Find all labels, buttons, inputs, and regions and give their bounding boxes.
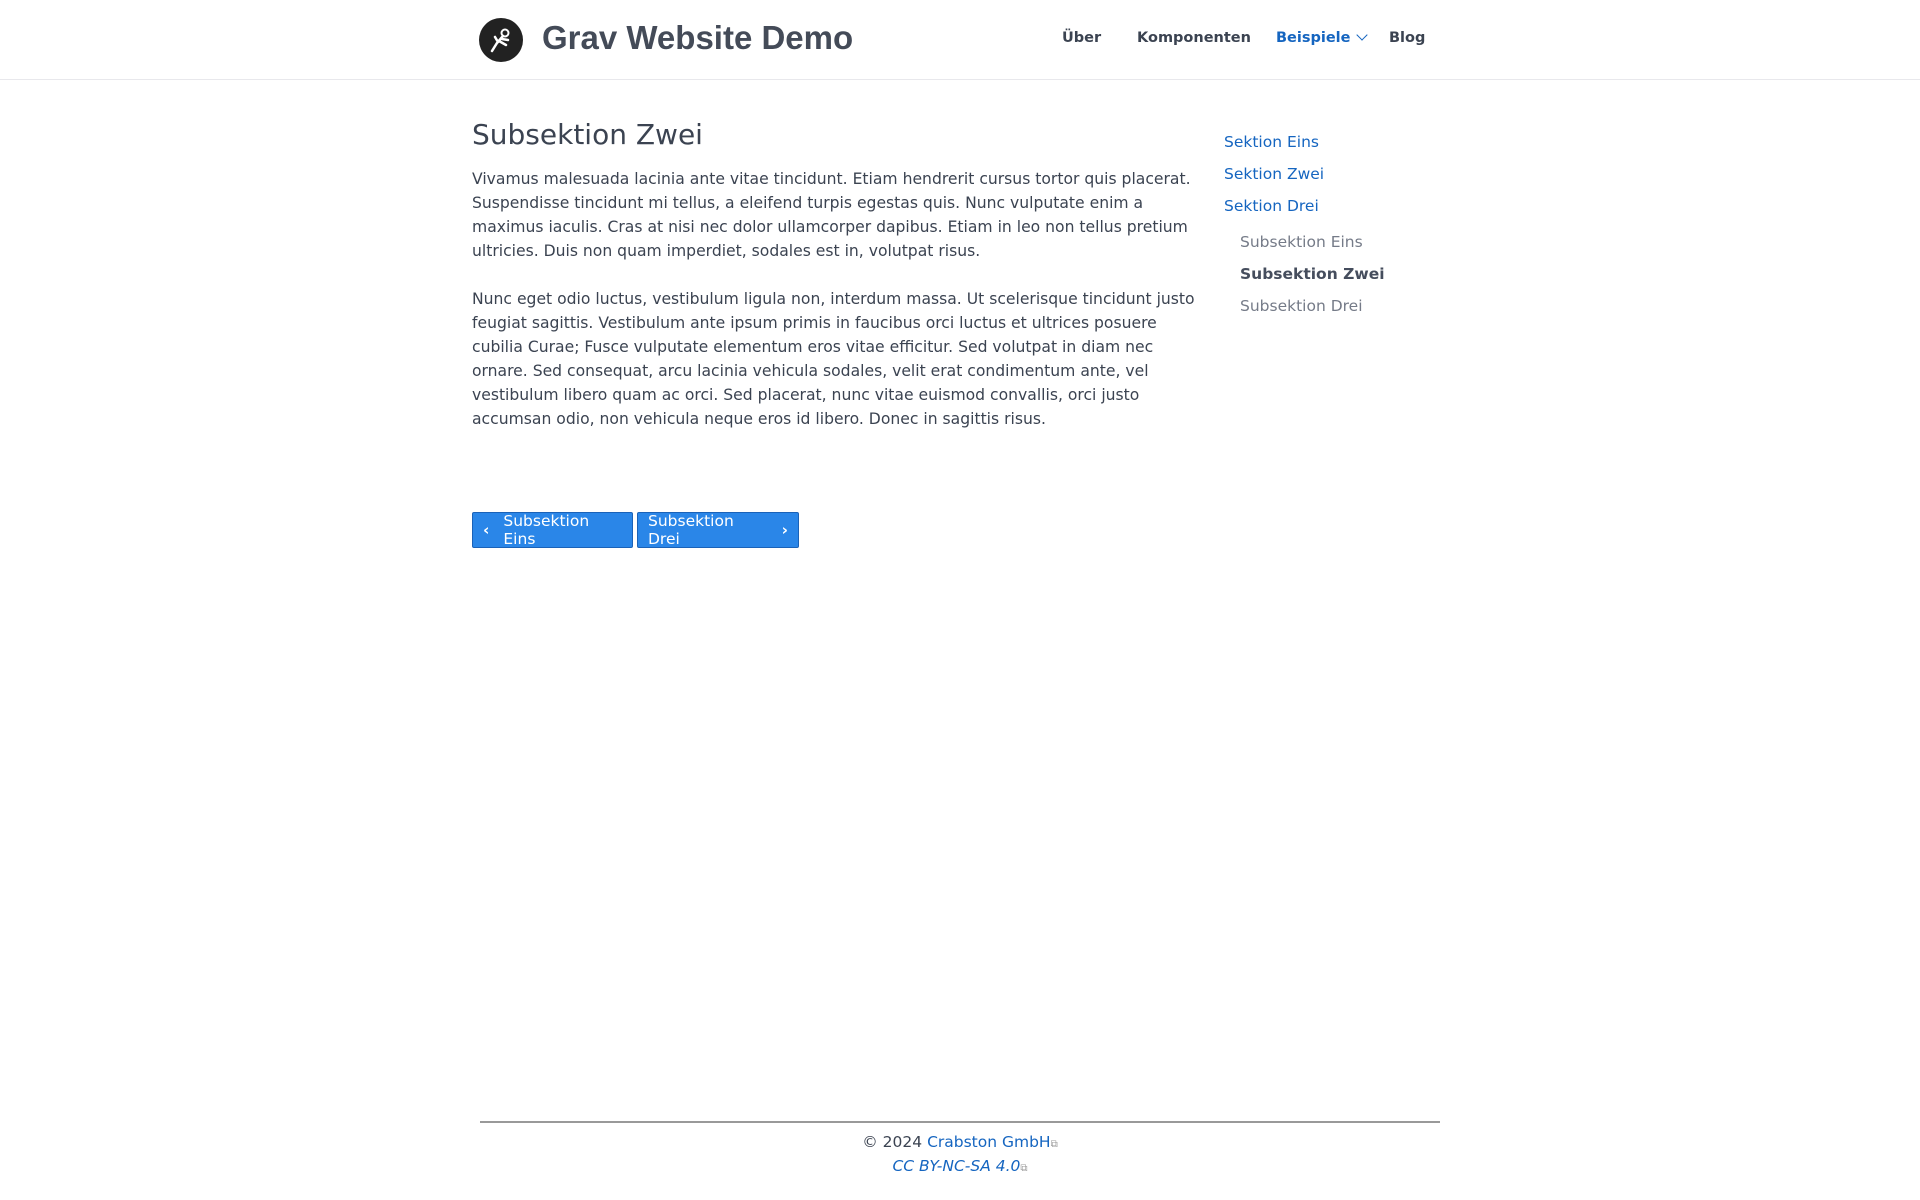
toc-sektion-drei[interactable]: Sektion Drei — [1224, 197, 1319, 215]
nav-item-beispiele[interactable]: Beispiele — [1276, 29, 1369, 46]
next-page-button[interactable]: Subsektion Drei › — [637, 512, 799, 548]
next-label: Subsektion Drei — [648, 512, 734, 548]
toc-sektion-zwei[interactable]: Sektion Zwei — [1224, 165, 1324, 183]
toc-sektion-eins[interactable]: Sektion Eins — [1224, 133, 1319, 151]
chevron-down-icon — [1356, 29, 1369, 41]
toc-subsektion-drei[interactable]: Subsektion Drei — [1240, 297, 1363, 315]
grav-logo-icon[interactable] — [479, 18, 523, 62]
footer-copyright: © 2024 Crabston GmbH⧉ — [0, 1133, 1920, 1151]
footer-license: CC BY-NC-SA 4.0⧉ — [0, 1157, 1920, 1175]
nav-item-uber[interactable]: Über — [1062, 30, 1101, 46]
nav-label: Beispiele — [1276, 30, 1351, 46]
chevron-left-icon: ‹ — [483, 521, 490, 539]
paragraph: Vivamus malesuada lacinia ante vitae tin… — [472, 170, 1191, 260]
copyright-text: © 2024 — [862, 1133, 923, 1151]
paragraph: Nunc eget odio luctus, vestibulum ligula… — [472, 290, 1195, 428]
site-header: Grav Website Demo Über Komponenten Beisp… — [0, 0, 1920, 80]
external-link-icon: ⧉ — [1050, 1139, 1058, 1150]
prev-label: Subsektion Eins — [503, 512, 590, 548]
toc-subsektion-zwei[interactable]: Subsektion Zwei — [1240, 265, 1385, 283]
nav-item-komponenten[interactable]: Komponenten — [1137, 30, 1251, 46]
page-title: Subsektion Zwei — [472, 118, 703, 151]
prev-page-button[interactable]: ‹ Subsektion Eins — [472, 512, 633, 548]
site-title[interactable]: Grav Website Demo — [542, 19, 853, 57]
external-link-icon: ⧉ — [1020, 1163, 1028, 1174]
nav-item-blog[interactable]: Blog — [1389, 30, 1425, 46]
chevron-right-icon: › — [781, 521, 788, 539]
license-link[interactable]: CC BY-NC-SA 4.0 — [892, 1157, 1020, 1175]
company-link[interactable]: Crabston GmbH — [927, 1133, 1051, 1151]
toc-subsektion-eins[interactable]: Subsektion Eins — [1240, 233, 1363, 251]
footer-divider — [480, 1121, 1440, 1123]
